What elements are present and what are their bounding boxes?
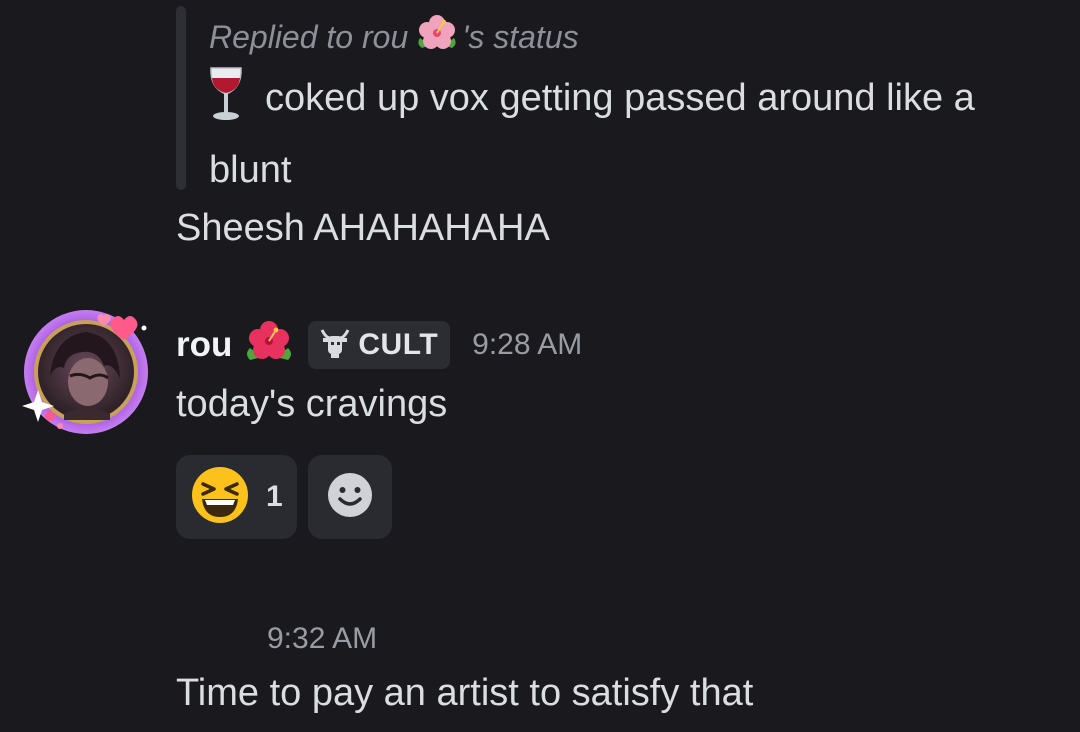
add-reaction-icon [326,471,374,524]
reaction-laughing[interactable]: 1 [176,455,297,539]
username[interactable]: rou [176,325,232,365]
reply-header[interactable]: Replied to rou 's status [209,14,579,62]
add-reaction-button[interactable] [308,455,392,539]
server-tag[interactable]: CULT [308,321,451,369]
message-header: rou CULT 9:28 AM [176,318,582,372]
hibiscus-icon [244,320,294,371]
reply-status-text: coked up vox getting passed around like … [209,77,975,191]
wine-glass-icon [209,66,243,140]
message-text: Sheesh AHAHAHAHA [176,207,550,249]
message-text: Time to pay an artist to satisfy that [176,672,754,714]
timestamp: 9:28 AM [472,328,583,361]
hibiscus-icon [414,14,460,62]
message-text: today's cravings [176,383,448,425]
reaction-count: 1 [266,480,283,513]
reply-status-text-block[interactable]: coked up vox getting passed around like … [209,66,1049,200]
reply-header-suffix: 's status [462,19,579,55]
tag-label: CULT [358,328,439,361]
goat-icon [318,326,352,365]
laughing-face-icon [190,465,250,530]
avatar[interactable] [20,306,156,438]
reply-header-prefix: Replied to rou [209,19,409,55]
reply-quote-bar [176,6,186,190]
timestamp: 9:32 AM [267,622,378,655]
